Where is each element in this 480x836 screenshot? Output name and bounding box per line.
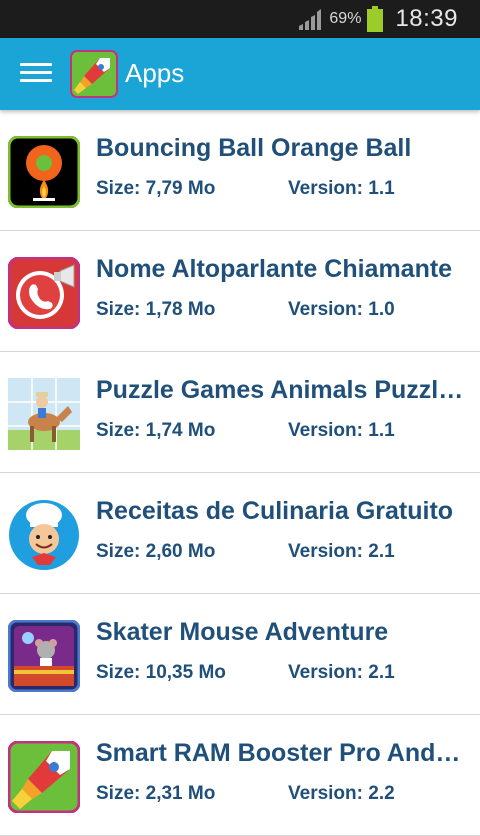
app-size: Size: 2,60 Mo (96, 541, 216, 562)
list-item[interactable]: Skater Mouse Adventure Size: 10,35 Mo Ve… (0, 594, 480, 715)
app-version: Version: 2.1 (288, 541, 395, 562)
app-size: Size: 10,35 Mo (96, 662, 226, 683)
rocket-icon (8, 741, 80, 813)
app-name: Receitas de Culinaria Gratuito (96, 497, 454, 525)
list-item[interactable]: Puzzle Games Animals Puzzl… Size: 1,74 M… (0, 352, 480, 473)
status-indicators: 69% 18:39 (297, 0, 458, 38)
chef-icon (9, 500, 79, 570)
page-title: Apps (125, 58, 185, 88)
clock: 18:39 (395, 5, 458, 32)
hamburger-menu-icon[interactable] (18, 60, 54, 88)
app-version: Version: 1.0 (288, 299, 395, 320)
app-size: Size: 2,31 Mo (96, 783, 216, 804)
battery-percent: 69% (329, 10, 362, 27)
app-name: Bouncing Ball Orange Ball (96, 134, 412, 162)
app-version: Version: 1.1 (288, 178, 395, 199)
app-list: Bouncing Ball Orange Ball Size: 7,79 Mo … (0, 110, 480, 836)
list-item[interactable]: Bouncing Ball Orange Ball Size: 7,79 Mo … (0, 110, 480, 231)
app-name: Skater Mouse Adventure (96, 618, 389, 646)
app-version: Version: 1.1 (288, 420, 395, 441)
app-size: Size: 1,74 Mo (96, 420, 216, 441)
puzzle-animal-icon (8, 378, 80, 450)
app-size: Size: 1,78 Mo (96, 299, 216, 320)
app-version: Version: 2.1 (288, 662, 395, 683)
app-bar: Apps (0, 38, 480, 110)
signal-icon (299, 9, 322, 30)
app-size: Size: 7,79 Mo (96, 178, 216, 199)
status-bar: 69% 18:39 (0, 0, 480, 38)
rocket-logo-icon (70, 50, 118, 98)
list-item[interactable]: Nome Altoparlante Chiamante Size: 1,78 M… (0, 231, 480, 352)
app-name: Puzzle Games Animals Puzzl… (96, 376, 464, 404)
app-name: Nome Altoparlante Chiamante (96, 255, 453, 283)
list-item[interactable]: Receitas de Culinaria Gratuito Size: 2,6… (0, 473, 480, 594)
app-name: Smart RAM Booster Pro Andr… (96, 739, 470, 767)
app-version: Version: 2.2 (288, 783, 395, 804)
orange-ball-icon (8, 136, 80, 208)
skater-mouse-icon (8, 620, 80, 692)
list-item[interactable]: Smart RAM Booster Pro Andr… Size: 2,31 M… (0, 715, 480, 836)
battery-icon (367, 6, 384, 32)
phone-speaker-icon (8, 257, 80, 329)
